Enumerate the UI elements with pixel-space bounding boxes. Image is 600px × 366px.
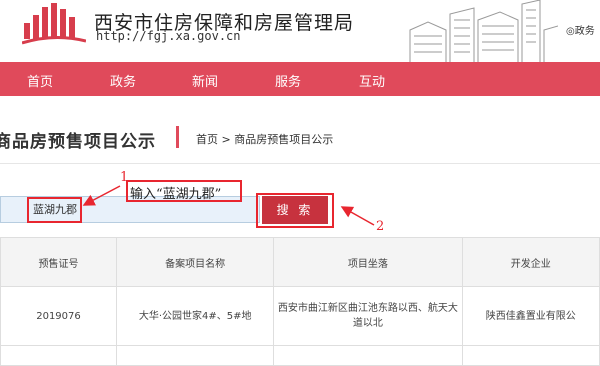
column-header: 开发企业: [461, 237, 600, 287]
site-header: 西安市住房保障和房屋管理局 http://fgj.xa.gov.cn ◎政务: [0, 0, 600, 62]
arrow-2: [340, 206, 375, 226]
divider: [0, 163, 600, 164]
column-header: 备案项目名称: [115, 237, 275, 287]
step-marker-1: 1: [120, 170, 129, 185]
nav-government[interactable]: 政务: [110, 71, 136, 90]
page-title: 商品房预售项目公示: [0, 132, 156, 152]
breadcrumb-separator: >: [221, 133, 231, 146]
table-row[interactable]: 2019076 大华·公园世家4#、5#地 西安市曲江新区曲江池东路以西、航天大…: [0, 286, 600, 346]
nav-news[interactable]: 新闻: [192, 71, 218, 90]
table-row: [0, 345, 600, 366]
nav-services[interactable]: 服务: [275, 71, 301, 90]
cell-developer: 陕西佳鑫置业有限公: [461, 286, 600, 346]
highlight-box-input: [27, 197, 82, 223]
column-header: 项目坐落: [273, 237, 463, 287]
instruction-note: 输入“蓝湖九郡”: [130, 187, 222, 202]
step-marker-2: 2: [376, 219, 385, 234]
table-header-row: 预售证号 备案项目名称 项目坐落 开发企业: [0, 237, 600, 287]
cell-project-name[interactable]: 大华·公园世家4#、5#地: [115, 286, 275, 346]
logo-icon: [22, 3, 86, 45]
title-divider: [176, 126, 179, 148]
nav-home[interactable]: 首页: [27, 71, 53, 90]
breadcrumb-current: 商品房预售项目公示: [234, 133, 334, 146]
breadcrumb: 首页 > 商品房预售项目公示: [196, 131, 333, 147]
breadcrumb-home[interactable]: 首页: [196, 133, 218, 146]
gov-affairs-link[interactable]: ◎政务: [566, 22, 595, 37]
main-nav: 首页 政务 新闻 服务 互动: [0, 62, 600, 96]
nav-interaction[interactable]: 互动: [359, 71, 385, 90]
cell-location: 西安市曲江新区曲江池东路以西、航天大道以北: [273, 286, 463, 346]
city-skyline-icon: [409, 0, 558, 62]
site-url[interactable]: http://fgj.xa.gov.cn: [96, 29, 241, 43]
cell-license-no: 2019076: [0, 286, 117, 346]
column-header: 预售证号: [0, 237, 117, 287]
highlight-box-button: [256, 193, 334, 228]
presale-table: 预售证号 备案项目名称 项目坐落 开发企业 2019076 大华·公园世家4#、…: [0, 237, 600, 366]
